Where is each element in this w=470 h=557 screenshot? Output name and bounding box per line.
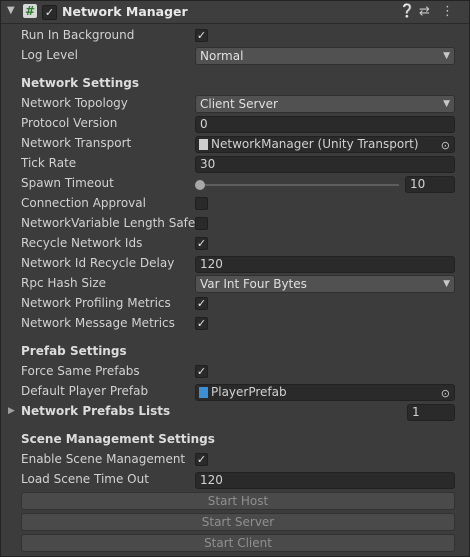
spawn-timeout-slider-handle[interactable] bbox=[195, 180, 205, 190]
network-manager-icon: # bbox=[23, 4, 37, 18]
component-enabled-checkbox[interactable]: ✓ bbox=[42, 5, 57, 20]
enable-scene-management-checkbox[interactable]: ✓ bbox=[195, 453, 208, 466]
component-title: Network Manager bbox=[62, 4, 188, 19]
profiling-metrics-label: Network Profiling Metrics bbox=[21, 296, 171, 310]
spawn-timeout-label: Spawn Timeout bbox=[21, 176, 114, 190]
load-scene-timeout-label: Load Scene Time Out bbox=[21, 472, 149, 486]
chevron-down-icon: ▼ bbox=[443, 99, 450, 109]
recycle-network-ids-checkbox[interactable]: ✓ bbox=[195, 237, 208, 250]
start-server-button[interactable]: Start Server bbox=[21, 513, 455, 531]
network-transport-field[interactable]: NetworkManager (Unity Transport) ⊙ bbox=[195, 136, 455, 153]
prefab-icon bbox=[199, 387, 208, 398]
chevron-down-icon: ▼ bbox=[443, 279, 450, 289]
help-icon[interactable]: ❔ bbox=[399, 4, 415, 19]
connection-approval-label: Connection Approval bbox=[21, 196, 146, 210]
network-prefabs-lists-count[interactable]: 1 bbox=[407, 404, 455, 421]
spawn-timeout-slider[interactable] bbox=[199, 184, 399, 186]
network-topology-value: Client Server bbox=[200, 97, 278, 111]
network-topology-label: Network Topology bbox=[21, 96, 128, 110]
script-icon bbox=[199, 139, 208, 150]
default-player-prefab-value: PlayerPrefab bbox=[211, 385, 287, 399]
tick-rate-label: Tick Rate bbox=[21, 156, 77, 170]
recycle-delay-field[interactable]: 120 bbox=[195, 256, 455, 273]
force-same-prefabs-checkbox[interactable]: ✓ bbox=[195, 365, 208, 378]
protocol-version-label: Protocol Version bbox=[21, 116, 118, 130]
log-level-dropdown[interactable]: Normal ▼ bbox=[195, 47, 455, 65]
preset-icon[interactable]: ⇄ bbox=[419, 4, 430, 19]
nv-length-safety-checkbox[interactable] bbox=[195, 217, 208, 230]
default-player-prefab-field[interactable]: PlayerPrefab ⊙ bbox=[195, 384, 455, 401]
force-same-prefabs-label: Force Same Prefabs bbox=[21, 364, 140, 378]
load-scene-timeout-field[interactable]: 120 bbox=[195, 472, 455, 489]
run-in-background-label: Run In Background bbox=[21, 28, 135, 42]
object-picker-icon[interactable]: ⊙ bbox=[441, 386, 450, 401]
enable-scene-management-label: Enable Scene Management bbox=[21, 452, 186, 466]
start-client-button[interactable]: Start Client bbox=[21, 534, 455, 552]
network-prefabs-lists-label[interactable]: Network Prefabs Lists bbox=[21, 404, 170, 418]
spawn-timeout-field[interactable]: 10 bbox=[405, 176, 455, 193]
profiling-metrics-checkbox[interactable]: ✓ bbox=[195, 297, 208, 310]
component-header[interactable]: ▼ # ✓ Network Manager ❔ ⇄ ⋮ bbox=[1, 1, 469, 24]
recycle-network-ids-label: Recycle Network Ids bbox=[21, 236, 143, 250]
default-player-prefab-label: Default Player Prefab bbox=[21, 384, 149, 398]
recycle-delay-label: Network Id Recycle Delay bbox=[21, 256, 175, 270]
network-transport-label: Network Transport bbox=[21, 136, 132, 150]
rpc-hash-size-value: Var Int Four Bytes bbox=[200, 277, 307, 291]
object-picker-icon[interactable]: ⊙ bbox=[441, 138, 450, 153]
network-transport-value: NetworkManager (Unity Transport) bbox=[211, 137, 419, 151]
log-level-label: Log Level bbox=[21, 48, 78, 62]
start-host-button[interactable]: Start Host bbox=[21, 492, 455, 510]
log-level-value: Normal bbox=[200, 49, 244, 63]
rpc-hash-size-label: Rpc Hash Size bbox=[21, 276, 107, 290]
protocol-version-field[interactable]: 0 bbox=[195, 116, 455, 133]
chevron-down-icon: ▼ bbox=[443, 51, 450, 61]
tick-rate-field[interactable]: 30 bbox=[195, 156, 455, 173]
prefab-settings-heading: Prefab Settings bbox=[21, 344, 127, 358]
network-manager-inspector: ▼ # ✓ Network Manager ❔ ⇄ ⋮ Run In Backg… bbox=[0, 0, 470, 557]
run-in-background-checkbox[interactable]: ✓ bbox=[195, 29, 208, 42]
foldout-closed-icon[interactable]: ▶ bbox=[8, 406, 15, 416]
nv-length-safety-label: NetworkVariable Length Safety bbox=[21, 216, 195, 230]
rpc-hash-size-dropdown[interactable]: Var Int Four Bytes ▼ bbox=[195, 275, 455, 293]
message-metrics-label: Network Message Metrics bbox=[21, 316, 175, 330]
foldout-open-icon[interactable]: ▼ bbox=[7, 5, 15, 16]
scene-management-heading: Scene Management Settings bbox=[21, 432, 215, 446]
message-metrics-checkbox[interactable]: ✓ bbox=[195, 317, 208, 330]
connection-approval-checkbox[interactable] bbox=[195, 197, 208, 210]
network-topology-dropdown[interactable]: Client Server ▼ bbox=[195, 95, 455, 113]
more-menu-icon[interactable]: ⋮ bbox=[441, 4, 454, 19]
network-settings-heading: Network Settings bbox=[21, 76, 139, 90]
